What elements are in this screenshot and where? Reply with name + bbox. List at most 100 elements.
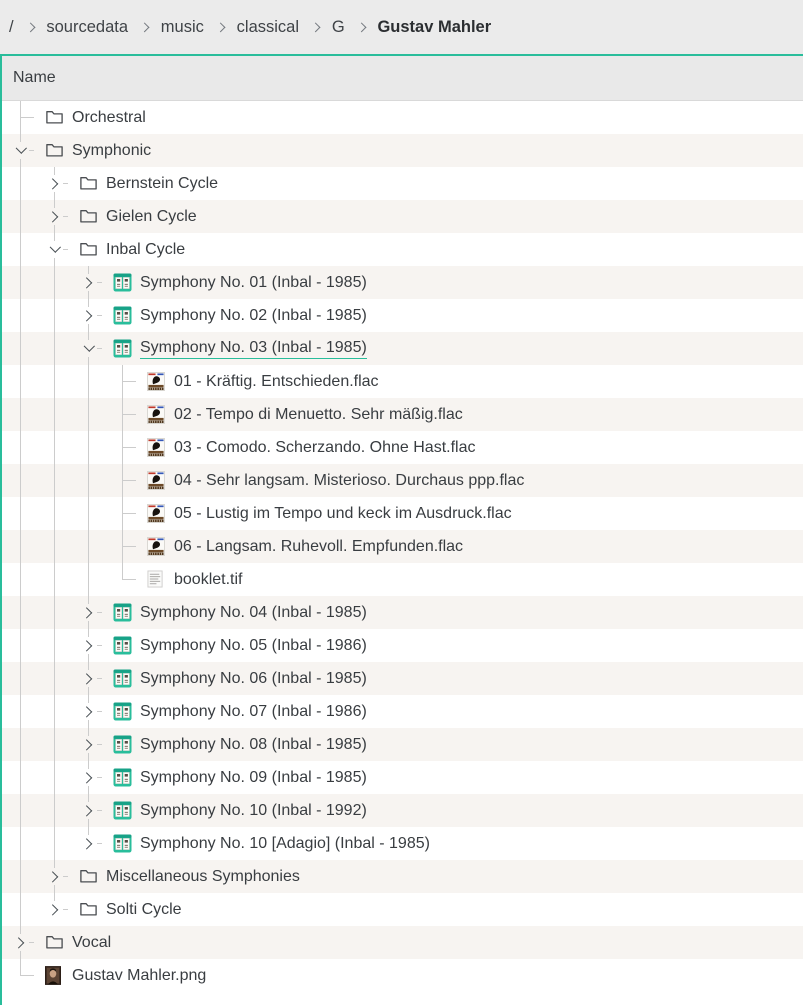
chevron-right-icon[interactable]: [80, 802, 97, 819]
tree-row[interactable]: Symphony No. 07 (Inbal - 1986): [2, 695, 803, 728]
breadcrumb-item[interactable]: G: [332, 18, 345, 37]
album-icon[interactable]: [113, 702, 132, 721]
tree-row-label[interactable]: Symphonic: [72, 134, 151, 167]
tree-row[interactable]: 05 - Lustig im Tempo und keck im Ausdruc…: [2, 497, 803, 530]
audio-file-icon[interactable]: [147, 438, 166, 457]
album-icon[interactable]: [113, 735, 132, 754]
tree-row[interactable]: Gustav Mahler.png: [2, 959, 803, 992]
tree-row-label[interactable]: Gustav Mahler.png: [72, 959, 206, 992]
folder-icon[interactable]: [79, 207, 98, 226]
chevron-down-icon[interactable]: [46, 241, 63, 258]
album-icon[interactable]: [113, 603, 132, 622]
tree-row-label[interactable]: Symphony No. 10 (Inbal - 1992): [140, 794, 367, 827]
tree-row[interactable]: 06 - Langsam. Ruhevoll. Empfunden.flac: [2, 530, 803, 563]
tree-row-label[interactable]: Gielen Cycle: [106, 200, 197, 233]
audio-file-icon[interactable]: [147, 471, 166, 490]
tree-row[interactable]: Vocal: [2, 926, 803, 959]
tree-row-label[interactable]: Symphony No. 10 [Adagio] (Inbal - 1985): [140, 827, 430, 860]
tree-row-label[interactable]: 04 - Sehr langsam. Misterioso. Durchaus …: [174, 464, 524, 497]
tree-row[interactable]: 03 - Comodo. Scherzando. Ohne Hast.flac: [2, 431, 803, 464]
tree-row[interactable]: booklet.tif: [2, 563, 803, 596]
chevron-right-icon[interactable]: [12, 934, 29, 951]
image-thumbnail-icon[interactable]: [45, 966, 64, 985]
folder-icon[interactable]: [79, 240, 98, 259]
tree-row-label[interactable]: booklet.tif: [174, 563, 242, 596]
tree-row-label[interactable]: Vocal: [72, 926, 111, 959]
tree-row[interactable]: 02 - Tempo di Menuetto. Sehr mäßig.flac: [2, 398, 803, 431]
tree-row[interactable]: Inbal Cycle: [2, 233, 803, 266]
chevron-right-icon[interactable]: [46, 208, 63, 225]
tree-row-label[interactable]: Symphony No. 02 (Inbal - 1985): [140, 299, 367, 332]
folder-icon[interactable]: [79, 900, 98, 919]
tree-row-label[interactable]: Symphony No. 03 (Inbal - 1985): [140, 332, 367, 365]
audio-file-icon[interactable]: [147, 372, 166, 391]
breadcrumb-item[interactable]: Gustav Mahler: [377, 18, 491, 37]
album-icon[interactable]: [113, 339, 132, 358]
chevron-right-icon[interactable]: [80, 604, 97, 621]
tree-row[interactable]: Orchestral: [2, 101, 803, 134]
tree-row-label[interactable]: Symphony No. 08 (Inbal - 1985): [140, 728, 367, 761]
tree-row-label[interactable]: Symphony No. 07 (Inbal - 1986): [140, 695, 367, 728]
tree-row[interactable]: Solti Cycle: [2, 893, 803, 926]
album-icon[interactable]: [113, 768, 132, 787]
album-icon[interactable]: [113, 801, 132, 820]
album-icon[interactable]: [113, 636, 132, 655]
folder-icon[interactable]: [45, 108, 64, 127]
chevron-down-icon[interactable]: [12, 142, 29, 159]
tree-row[interactable]: Gielen Cycle: [2, 200, 803, 233]
breadcrumb-item[interactable]: /: [9, 18, 14, 37]
tree-row-label[interactable]: Miscellaneous Symphonies: [106, 860, 300, 893]
tree-row[interactable]: Symphony No. 08 (Inbal - 1985): [2, 728, 803, 761]
tree-row[interactable]: 01 - Kräftig. Entschieden.flac: [2, 365, 803, 398]
tree-row[interactable]: Symphony No. 02 (Inbal - 1985): [2, 299, 803, 332]
chevron-right-icon[interactable]: [80, 307, 97, 324]
audio-file-icon[interactable]: [147, 405, 166, 424]
album-icon[interactable]: [113, 669, 132, 688]
album-icon[interactable]: [113, 306, 132, 325]
tree-row[interactable]: 04 - Sehr langsam. Misterioso. Durchaus …: [2, 464, 803, 497]
breadcrumb-item[interactable]: music: [161, 18, 204, 37]
tree-row[interactable]: Symphony No. 04 (Inbal - 1985): [2, 596, 803, 629]
tree-row-label[interactable]: Symphony No. 09 (Inbal - 1985): [140, 761, 367, 794]
tree-row-label[interactable]: 01 - Kräftig. Entschieden.flac: [174, 365, 379, 398]
chevron-right-icon[interactable]: [46, 175, 63, 192]
tree-row[interactable]: Symphony No. 10 [Adagio] (Inbal - 1985): [2, 827, 803, 860]
audio-file-icon[interactable]: [147, 504, 166, 523]
tree-row-label[interactable]: 02 - Tempo di Menuetto. Sehr mäßig.flac: [174, 398, 463, 431]
chevron-right-icon[interactable]: [80, 703, 97, 720]
chevron-right-icon[interactable]: [80, 769, 97, 786]
breadcrumb-item[interactable]: sourcedata: [46, 18, 128, 37]
tree-row-label[interactable]: Symphony No. 06 (Inbal - 1985): [140, 662, 367, 695]
tree-row-label[interactable]: Orchestral: [72, 101, 146, 134]
tree-row-label[interactable]: Symphony No. 04 (Inbal - 1985): [140, 596, 367, 629]
chevron-right-icon[interactable]: [80, 274, 97, 291]
folder-icon[interactable]: [79, 174, 98, 193]
tree-row-label[interactable]: Bernstein Cycle: [106, 167, 218, 200]
document-icon[interactable]: [147, 570, 166, 589]
tree-row[interactable]: Bernstein Cycle: [2, 167, 803, 200]
tree-row[interactable]: Symphony No. 09 (Inbal - 1985): [2, 761, 803, 794]
tree-row[interactable]: Symphony No. 10 (Inbal - 1992): [2, 794, 803, 827]
album-icon[interactable]: [113, 273, 132, 292]
tree-row[interactable]: Symphony No. 03 (Inbal - 1985): [2, 332, 803, 365]
audio-file-icon[interactable]: [147, 537, 166, 556]
folder-icon[interactable]: [79, 867, 98, 886]
tree-row-label[interactable]: 06 - Langsam. Ruhevoll. Empfunden.flac: [174, 530, 463, 563]
tree-row-label[interactable]: 05 - Lustig im Tempo und keck im Ausdruc…: [174, 497, 512, 530]
chevron-right-icon[interactable]: [80, 637, 97, 654]
chevron-right-icon[interactable]: [80, 835, 97, 852]
tree-row[interactable]: Symphony No. 05 (Inbal - 1986): [2, 629, 803, 662]
folder-icon[interactable]: [45, 933, 64, 952]
tree-row-label[interactable]: Symphony No. 05 (Inbal - 1986): [140, 629, 367, 662]
chevron-down-icon[interactable]: [80, 340, 97, 357]
tree-row-label[interactable]: Inbal Cycle: [106, 233, 185, 266]
tree-row-label[interactable]: Solti Cycle: [106, 893, 182, 926]
tree-row[interactable]: Miscellaneous Symphonies: [2, 860, 803, 893]
album-icon[interactable]: [113, 834, 132, 853]
chevron-right-icon[interactable]: [80, 736, 97, 753]
breadcrumb-item[interactable]: classical: [237, 18, 299, 37]
chevron-right-icon[interactable]: [80, 670, 97, 687]
tree-row[interactable]: Symphonic: [2, 134, 803, 167]
chevron-right-icon[interactable]: [46, 901, 63, 918]
tree-row-label[interactable]: 03 - Comodo. Scherzando. Ohne Hast.flac: [174, 431, 476, 464]
